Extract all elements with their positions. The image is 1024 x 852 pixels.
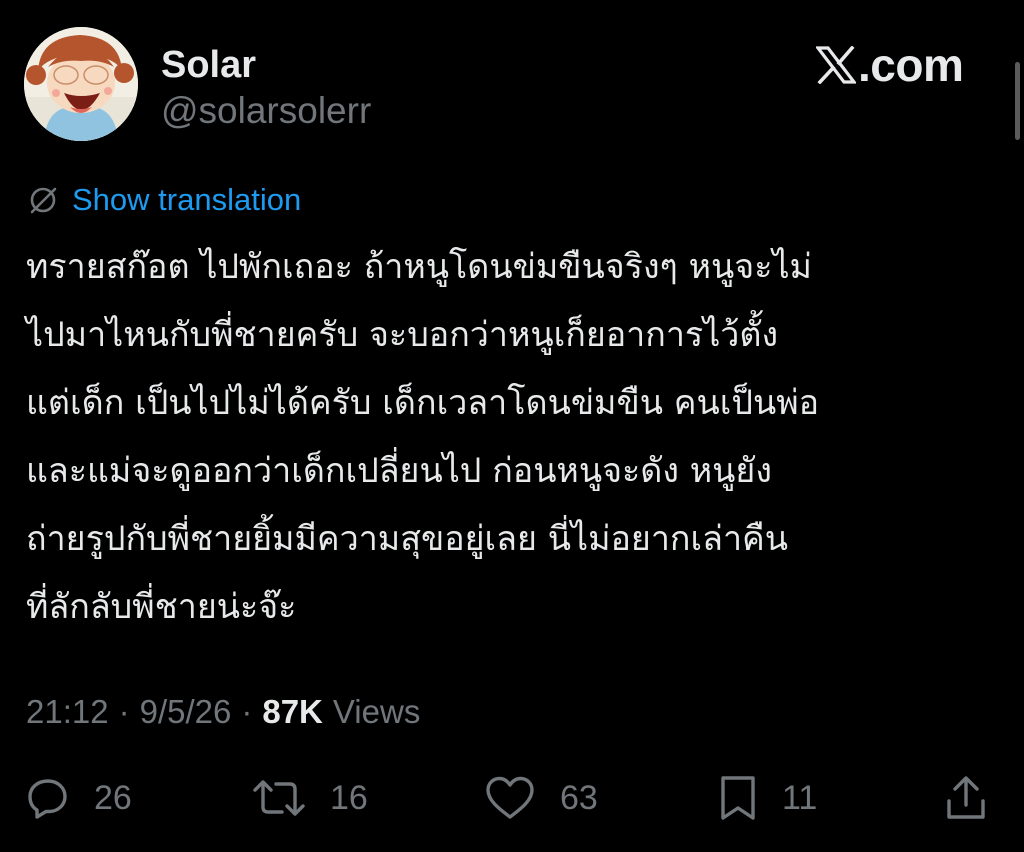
like-button[interactable]: 63	[484, 770, 598, 826]
reply-count: 26	[94, 778, 132, 817]
tweet-text-line: ไปมาไหนกับพี่ชายครับ จะบอกว่าหนูเก็ยอากา…	[26, 315, 779, 355]
bookmark-icon	[721, 776, 755, 820]
tweet-text: ทรายสก๊อต ไปพักเถอะ ถ้าหนูโดนข่มขืนจริงๆ…	[26, 233, 1006, 641]
tweet-text-line: ถ่ายรูปกับพี่ชายยิ้มมีความสุขอยู่เลย นี่…	[26, 519, 789, 559]
tweet-text-line: แต่เด็ก เป็นไปไม่ได้ครับ เด็กเวลาโดนข่มข…	[26, 383, 820, 423]
tweet-time[interactable]: 21:12	[26, 693, 109, 731]
repost-count: 16	[330, 778, 368, 817]
author-name[interactable]: Solar	[161, 42, 256, 88]
like-count: 63	[560, 778, 598, 817]
repost-icon	[253, 780, 305, 816]
meta-separator: ·	[118, 693, 130, 730]
views-label: Views	[332, 693, 421, 730]
action-bar: 26 16 63 11	[0, 770, 1024, 826]
bookmark-button[interactable]: 11	[718, 770, 817, 826]
bookmark-count: 11	[782, 778, 818, 817]
tweet-text-line: ทรายสก๊อต ไปพักเถอะ ถ้าหนูโดนข่มขืนจริงๆ…	[26, 247, 812, 287]
tweet-date[interactable]: 9/5/26	[140, 693, 232, 731]
reply-icon	[28, 779, 67, 819]
meta-separator: ·	[241, 693, 253, 730]
reply-button[interactable]: 26	[26, 770, 132, 826]
show-translation-link[interactable]: Show translation	[72, 182, 301, 218]
x-logo-icon	[816, 46, 856, 84]
share-icon	[947, 776, 985, 819]
author-handle[interactable]: @solarsolerr	[161, 88, 371, 134]
scrollbar[interactable]	[1015, 62, 1020, 140]
tweet-text-line: ที่ลักลับพี่ชายน่ะจ๊ะ	[26, 587, 297, 627]
x-com-logo: .com	[816, 39, 964, 91]
logo-text: .com	[858, 39, 964, 91]
avatar-image	[24, 27, 138, 141]
avatar[interactable]	[24, 27, 138, 141]
share-button[interactable]	[944, 770, 988, 826]
translation-row[interactable]: Show translation	[28, 180, 301, 220]
tweet-meta: 21:12 · 9/5/26 · 87K Views	[26, 690, 420, 734]
heart-icon	[486, 776, 534, 819]
repost-button[interactable]: 16	[252, 770, 368, 826]
views-count[interactable]: 87K	[262, 693, 323, 731]
globe-slash-icon	[30, 187, 57, 214]
tweet-text-line: และแม่จะดูออกว่าเด็กเปลี่ยนไป ก่อนหนูจะด…	[26, 451, 772, 491]
